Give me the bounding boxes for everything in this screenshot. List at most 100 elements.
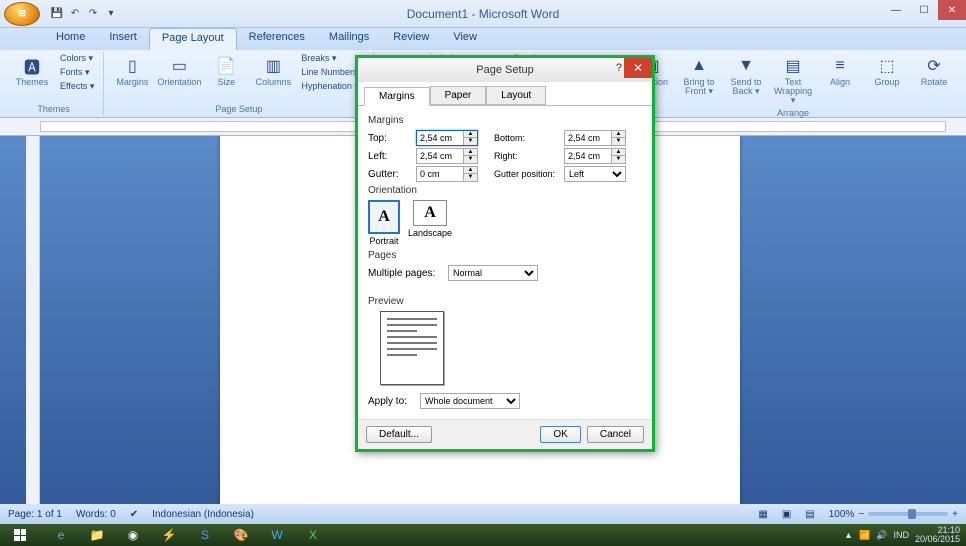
tray-up-icon[interactable]: ▲ <box>844 530 853 540</box>
task-aim-icon[interactable]: ⚡ <box>152 525 186 545</box>
task-ie-icon[interactable]: e <box>44 525 78 545</box>
window-title: Document1 - Microsoft Word <box>407 7 560 21</box>
group-arrange: ▣Position ▲Bring to Front ▾ ▼Send to Bac… <box>624 52 962 115</box>
default-button[interactable]: Default... <box>366 426 432 443</box>
gutter-label: Gutter: <box>368 169 416 180</box>
cancel-button[interactable]: Cancel <box>587 426 644 443</box>
bottom-input[interactable] <box>565 133 611 143</box>
redo-icon[interactable]: ↷ <box>86 7 100 21</box>
tab-page-layout[interactable]: Page Layout <box>149 28 237 50</box>
save-icon[interactable]: 💾 <box>50 7 64 21</box>
view-full-screen-icon[interactable]: ▣ <box>782 509 791 520</box>
zoom-out-icon[interactable]: − <box>858 509 864 520</box>
tab-paper[interactable]: Paper <box>430 86 487 105</box>
align-button[interactable]: ≡Align <box>818 52 862 89</box>
tray-volume-icon[interactable]: 🔊 <box>876 530 887 541</box>
ok-button[interactable]: OK <box>540 426 580 443</box>
task-skype-icon[interactable]: S <box>188 525 222 545</box>
gutter-input[interactable] <box>417 169 463 179</box>
orientation-button[interactable]: ▭Orientation <box>157 52 201 89</box>
margins-button[interactable]: ▯Margins <box>110 52 154 89</box>
office-button[interactable]: ⊞ <box>4 2 40 26</box>
top-spinner[interactable]: ▲▼ <box>416 130 478 146</box>
theme-colors[interactable]: Colors ▾ <box>57 52 97 65</box>
bring-front-button[interactable]: ▲Bring to Front ▾ <box>677 52 721 98</box>
columns-button[interactable]: ▥Columns <box>251 52 295 89</box>
landscape-icon: A <box>413 200 447 226</box>
theme-fonts[interactable]: Fonts ▾ <box>57 66 97 79</box>
vertical-ruler[interactable] <box>26 136 40 504</box>
start-button[interactable] <box>0 524 40 546</box>
spin-down-icon[interactable]: ▼ <box>463 138 477 145</box>
dialog-help-icon[interactable]: ? <box>616 62 622 74</box>
status-page[interactable]: Page: 1 of 1 <box>8 509 62 520</box>
theme-effects[interactable]: Effects ▾ <box>57 80 97 93</box>
ribbon-tabs: Home Insert Page Layout References Maili… <box>0 28 966 50</box>
top-input[interactable] <box>417 133 463 143</box>
status-language[interactable]: Indonesian (Indonesia) <box>152 509 254 520</box>
maximize-button[interactable]: ☐ <box>910 0 938 20</box>
status-words[interactable]: Words: 0 <box>76 509 116 520</box>
apply-to-select[interactable]: Whole document <box>420 393 520 409</box>
task-paint-icon[interactable]: 🎨 <box>224 525 258 545</box>
tab-mailings[interactable]: Mailings <box>317 28 381 50</box>
zoom-value[interactable]: 100% <box>829 509 855 520</box>
tab-view[interactable]: View <box>441 28 489 50</box>
windows-logo-icon <box>14 529 26 541</box>
close-button[interactable]: ✕ <box>938 0 966 20</box>
size-button[interactable]: 📄Size <box>204 52 248 89</box>
margins-section-label: Margins <box>368 115 642 126</box>
text-wrapping-button[interactable]: ▤Text Wrapping ▾ <box>771 52 815 107</box>
left-spinner[interactable]: ▲▼ <box>416 148 478 164</box>
tray-network-icon[interactable]: 📶 <box>859 530 870 541</box>
zoom-in-icon[interactable]: + <box>952 509 958 520</box>
task-chrome-icon[interactable]: ◉ <box>116 525 150 545</box>
gutter-pos-select[interactable]: Left <box>564 166 626 182</box>
orientation-landscape[interactable]: A Landscape <box>408 200 452 246</box>
tab-review[interactable]: Review <box>381 28 441 50</box>
minimize-button[interactable]: — <box>882 0 910 20</box>
zoom-slider[interactable] <box>868 512 948 516</box>
tab-layout[interactable]: Layout <box>486 86 546 105</box>
top-label: Top: <box>368 133 416 144</box>
rotate-icon: ⟳ <box>922 54 946 78</box>
task-word-icon[interactable]: W <box>260 525 294 545</box>
right-input[interactable] <box>565 151 611 161</box>
bottom-spinner[interactable]: ▲▼ <box>564 130 626 146</box>
margins-icon: ▯ <box>120 54 144 78</box>
right-spinner[interactable]: ▲▼ <box>564 148 626 164</box>
left-input[interactable] <box>417 151 463 161</box>
status-bar: Page: 1 of 1 Words: 0 ✔ Indonesian (Indo… <box>0 504 966 524</box>
dialog-titlebar[interactable]: Page Setup ? ✕ <box>358 58 652 82</box>
view-web-icon[interactable]: ▤ <box>805 509 814 520</box>
task-explorer-icon[interactable]: 📁 <box>80 525 114 545</box>
send-back-button[interactable]: ▼Send to Back ▾ <box>724 52 768 98</box>
dialog-title: Page Setup <box>476 64 534 76</box>
left-label: Left: <box>368 151 416 162</box>
multiple-pages-select[interactable]: Normal <box>448 265 538 281</box>
themes-button[interactable]: 🅰 Themes <box>10 52 54 89</box>
rotate-button[interactable]: ⟳Rotate <box>912 52 956 89</box>
orientation-portrait[interactable]: A Portrait <box>368 200 400 246</box>
spin-up-icon[interactable]: ▲ <box>463 131 477 138</box>
qat-dropdown-icon[interactable]: ▾ <box>104 7 118 21</box>
tab-home[interactable]: Home <box>44 28 97 50</box>
gutter-spinner[interactable]: ▲▼ <box>416 166 478 182</box>
page-setup-dialog: Page Setup ? ✕ Margins Paper Layout Marg… <box>355 55 655 452</box>
view-print-layout-icon[interactable]: ▦ <box>758 509 767 520</box>
undo-icon[interactable]: ↶ <box>68 7 82 21</box>
group-page-setup: ▯Margins ▭Orientation 📄Size ▥Columns Bre… <box>104 52 374 115</box>
dialog-close-icon[interactable]: ✕ <box>624 58 652 78</box>
status-proofing-icon[interactable]: ✔ <box>130 509 138 520</box>
titlebar: ⊞ 💾 ↶ ↷ ▾ Document1 - Microsoft Word — ☐… <box>0 0 966 28</box>
bring-front-icon: ▲ <box>687 54 711 78</box>
tray-ime[interactable]: IND <box>893 530 909 540</box>
group-button[interactable]: ⬚Group <box>865 52 909 89</box>
quick-access-toolbar: 💾 ↶ ↷ ▾ <box>44 7 124 21</box>
task-excel-icon[interactable]: X <box>296 525 330 545</box>
apply-to-label: Apply to: <box>368 396 420 407</box>
tray-clock[interactable]: 21:10 20/06/2015 <box>915 526 960 544</box>
tab-references[interactable]: References <box>237 28 317 50</box>
tab-insert[interactable]: Insert <box>97 28 149 50</box>
tab-margins[interactable]: Margins <box>364 87 430 106</box>
